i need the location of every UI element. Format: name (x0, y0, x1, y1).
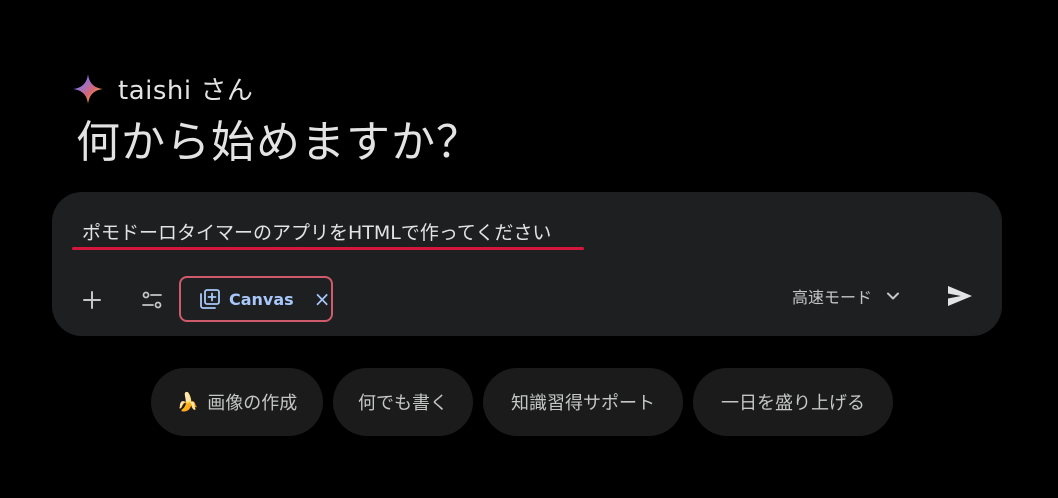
prompt-composer: ポモドーロタイマーのアプリをHTMLで作ってください Canvas × 高速モー… (52, 192, 1002, 336)
canvas-icon (200, 289, 220, 309)
mode-selector-label: 高速モード (792, 288, 873, 307)
chevron-down-icon (887, 292, 900, 300)
suggestion-chips: 🍌 画像の作成 何でも書く 知識習得サポート 一日を盛り上げる (0, 368, 1058, 436)
suggestion-label: 知識習得サポート (511, 393, 655, 414)
suggestion-label: 画像の作成 (207, 393, 298, 414)
prompt-annotation-underline (72, 247, 584, 250)
send-icon (948, 286, 972, 306)
tune-icon (142, 291, 162, 309)
greeting: taishi さん (72, 70, 253, 107)
tools-button[interactable] (132, 280, 172, 320)
suggestion-write-anything[interactable]: 何でも書く (333, 368, 473, 436)
suggestion-boost-day[interactable]: 一日を盛り上げる (693, 368, 893, 436)
send-button[interactable] (940, 276, 980, 316)
suggestion-learning-support[interactable]: 知識習得サポート (483, 368, 683, 436)
greeting-name: taishi さん (118, 76, 254, 106)
prompt-input[interactable]: ポモドーロタイマーのアプリをHTMLで作ってください (82, 218, 551, 245)
canvas-chip-label: Canvas (229, 289, 294, 309)
suggestion-create-image[interactable]: 🍌 画像の作成 (151, 368, 323, 436)
page-title: 何から始めますか？ (76, 117, 481, 168)
add-attachment-button[interactable] (72, 280, 112, 320)
mode-selector[interactable]: 高速モード (792, 284, 900, 308)
canvas-chip[interactable]: Canvas × (179, 276, 333, 322)
gemini-spark-icon (73, 73, 103, 104)
suggestion-label: 一日を盛り上げる (721, 393, 865, 414)
plus-icon (83, 291, 101, 309)
suggestion-label: 何でも書く (358, 393, 448, 414)
banana-icon: 🍌 (176, 391, 200, 413)
canvas-chip-close-button[interactable]: × (314, 289, 331, 309)
gemini-home: taishi さん 何から始めますか？ ポモドーロタイマーのアプリをHTMLで作… (0, 0, 1058, 498)
